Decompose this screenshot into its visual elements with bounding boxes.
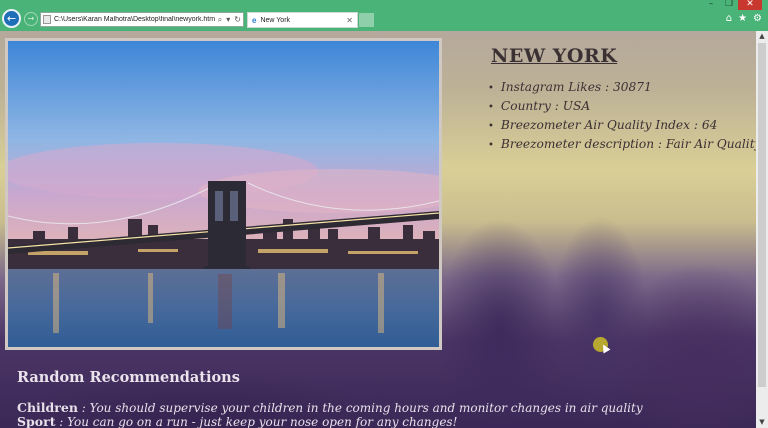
address-bar[interactable]: C:\Users\Karan Malhotra\Desktop\final\ne… — [40, 12, 244, 27]
tab-label: New York — [260, 16, 291, 24]
close-icon[interactable]: ✕ — [346, 16, 353, 25]
recommendations-heading: Random Recommendations — [17, 369, 240, 386]
forward-icon: → — [27, 14, 35, 23]
ie-icon: e — [252, 15, 257, 25]
recommendation-sport: Sport : You can go on a run - just keep … — [17, 414, 457, 428]
scroll-thumb[interactable] — [758, 43, 766, 387]
home-icon[interactable]: ⌂ — [726, 14, 732, 24]
window-controls: – ❐ ✕ — [702, 0, 762, 10]
back-button[interactable]: ← — [2, 9, 21, 28]
vertical-scrollbar[interactable]: ▲ ▼ — [756, 31, 768, 428]
fact-country: • Country : USA — [488, 99, 591, 113]
gear-icon[interactable]: ⚙ — [753, 14, 762, 24]
fact-instagram-likes: • Instagram Likes : 30871 — [488, 80, 652, 94]
city-photo — [5, 38, 442, 350]
scroll-up-icon[interactable]: ▲ — [756, 31, 768, 42]
recommendation-text: : You can go on a run - just keep your n… — [55, 415, 458, 428]
bridge-skyline-image — [8, 41, 439, 347]
recommendation-label: Children — [17, 400, 78, 415]
close-window-button[interactable]: ✕ — [738, 0, 762, 10]
favorites-icon[interactable]: ★ — [738, 14, 747, 24]
forward-button[interactable]: → — [24, 12, 38, 26]
city-title: NEW YORK — [491, 45, 618, 67]
toolbar-icons: ⌂ ★ ⚙ — [726, 14, 762, 24]
list-item: Breezometer description : Fair Air Quali… — [500, 137, 756, 151]
address-url[interactable]: C:\Users\Karan Malhotra\Desktop\final\ne… — [54, 16, 216, 23]
tab-new-york[interactable]: e New York ✕ — [247, 12, 358, 28]
restore-button[interactable]: ❐ — [720, 0, 738, 10]
back-icon: ← — [6, 12, 17, 25]
minimize-button[interactable]: – — [702, 0, 720, 10]
fact-air-quality-index: • Breezometer Air Quality Index : 64 — [488, 118, 718, 132]
recommendation-text: : You should supervise your children in … — [77, 401, 643, 415]
list-item: Country : USA — [500, 99, 591, 113]
recommendation-label: Sport — [17, 414, 56, 428]
dropdown-icon[interactable]: ▾ — [224, 15, 232, 24]
new-tab-button[interactable] — [359, 13, 374, 27]
page-viewport: NEW YORK • Instagram Likes : 30871 • Count… — [0, 31, 756, 428]
file-icon — [43, 15, 51, 24]
refresh-icon[interactable]: ↻ — [232, 15, 243, 24]
browser-chrome: – ❐ ✕ ← → C:\Users\Karan Malhotra\Deskto… — [0, 0, 768, 31]
search-icon[interactable]: ⌕ — [216, 15, 224, 25]
city-facts-list: • Instagram Likes : 30871 • Country : USA … — [488, 78, 756, 154]
recommendation-children: Children : You should supervise your chi… — [17, 400, 643, 415]
list-item: Breezometer Air Quality Index : 64 — [500, 118, 718, 132]
list-item: Instagram Likes : 30871 — [500, 80, 652, 94]
fact-air-quality-description: • Breezometer description : Fair Air Qual… — [488, 135, 756, 154]
scroll-down-icon[interactable]: ▼ — [756, 417, 768, 428]
